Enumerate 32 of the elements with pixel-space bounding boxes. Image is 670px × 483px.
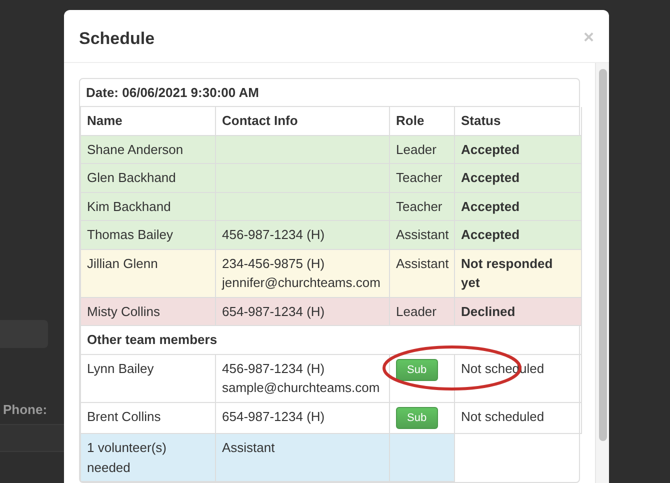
table-cell: Assistant <box>390 249 454 297</box>
section-heading: Other team members <box>80 326 582 354</box>
contact-text: 456-987-1234 (H) sample@churchteams.com <box>222 360 380 395</box>
field-label: Phone: <box>3 401 48 419</box>
contact-text: 654-987-1234 (H) <box>222 408 325 424</box>
table-cell: 1 volunteer(s) needed <box>80 434 216 482</box>
column-header: Name <box>80 107 216 135</box>
column-header: Contact Info <box>216 107 390 135</box>
column-header: Role <box>390 107 454 135</box>
table-cell: Lynn Bailey <box>80 354 216 402</box>
contact-text: 234-456-9875 (H) jennifer@churchteams.com <box>222 256 380 290</box>
table-cell: Glen Backhand <box>80 164 216 192</box>
contact-text: 654-987-1234 (H) <box>222 304 325 318</box>
sub-button[interactable]: Sub <box>396 358 438 381</box>
table-cell: Accepted <box>454 164 582 192</box>
sub-button[interactable]: Sub <box>396 406 438 429</box>
contact-text: 456-987-1234 (H) <box>222 227 325 242</box>
table-cell: Misty Collins <box>80 297 216 326</box>
close-button[interactable]: × <box>583 28 594 46</box>
table-cell: Teacher <box>390 164 454 192</box>
table-cell: Not responded yet <box>454 249 582 297</box>
table-cell: Thomas Bailey <box>80 220 216 249</box>
modal-title: Schedule <box>79 28 155 50</box>
table-cell: Assistant <box>390 220 454 249</box>
table-cell: Not scheduled <box>454 402 582 434</box>
column-header: Status <box>454 107 582 135</box>
table-cell: Assistant <box>216 434 390 482</box>
table-cell: Declined <box>454 297 582 326</box>
table-cell: Jillian Glenn <box>80 249 216 297</box>
table-cell: Leader <box>390 297 454 326</box>
table-cell: Accepted <box>454 220 582 249</box>
date-heading: Date: 06/06/2021 9:30:00 AM <box>80 78 579 107</box>
